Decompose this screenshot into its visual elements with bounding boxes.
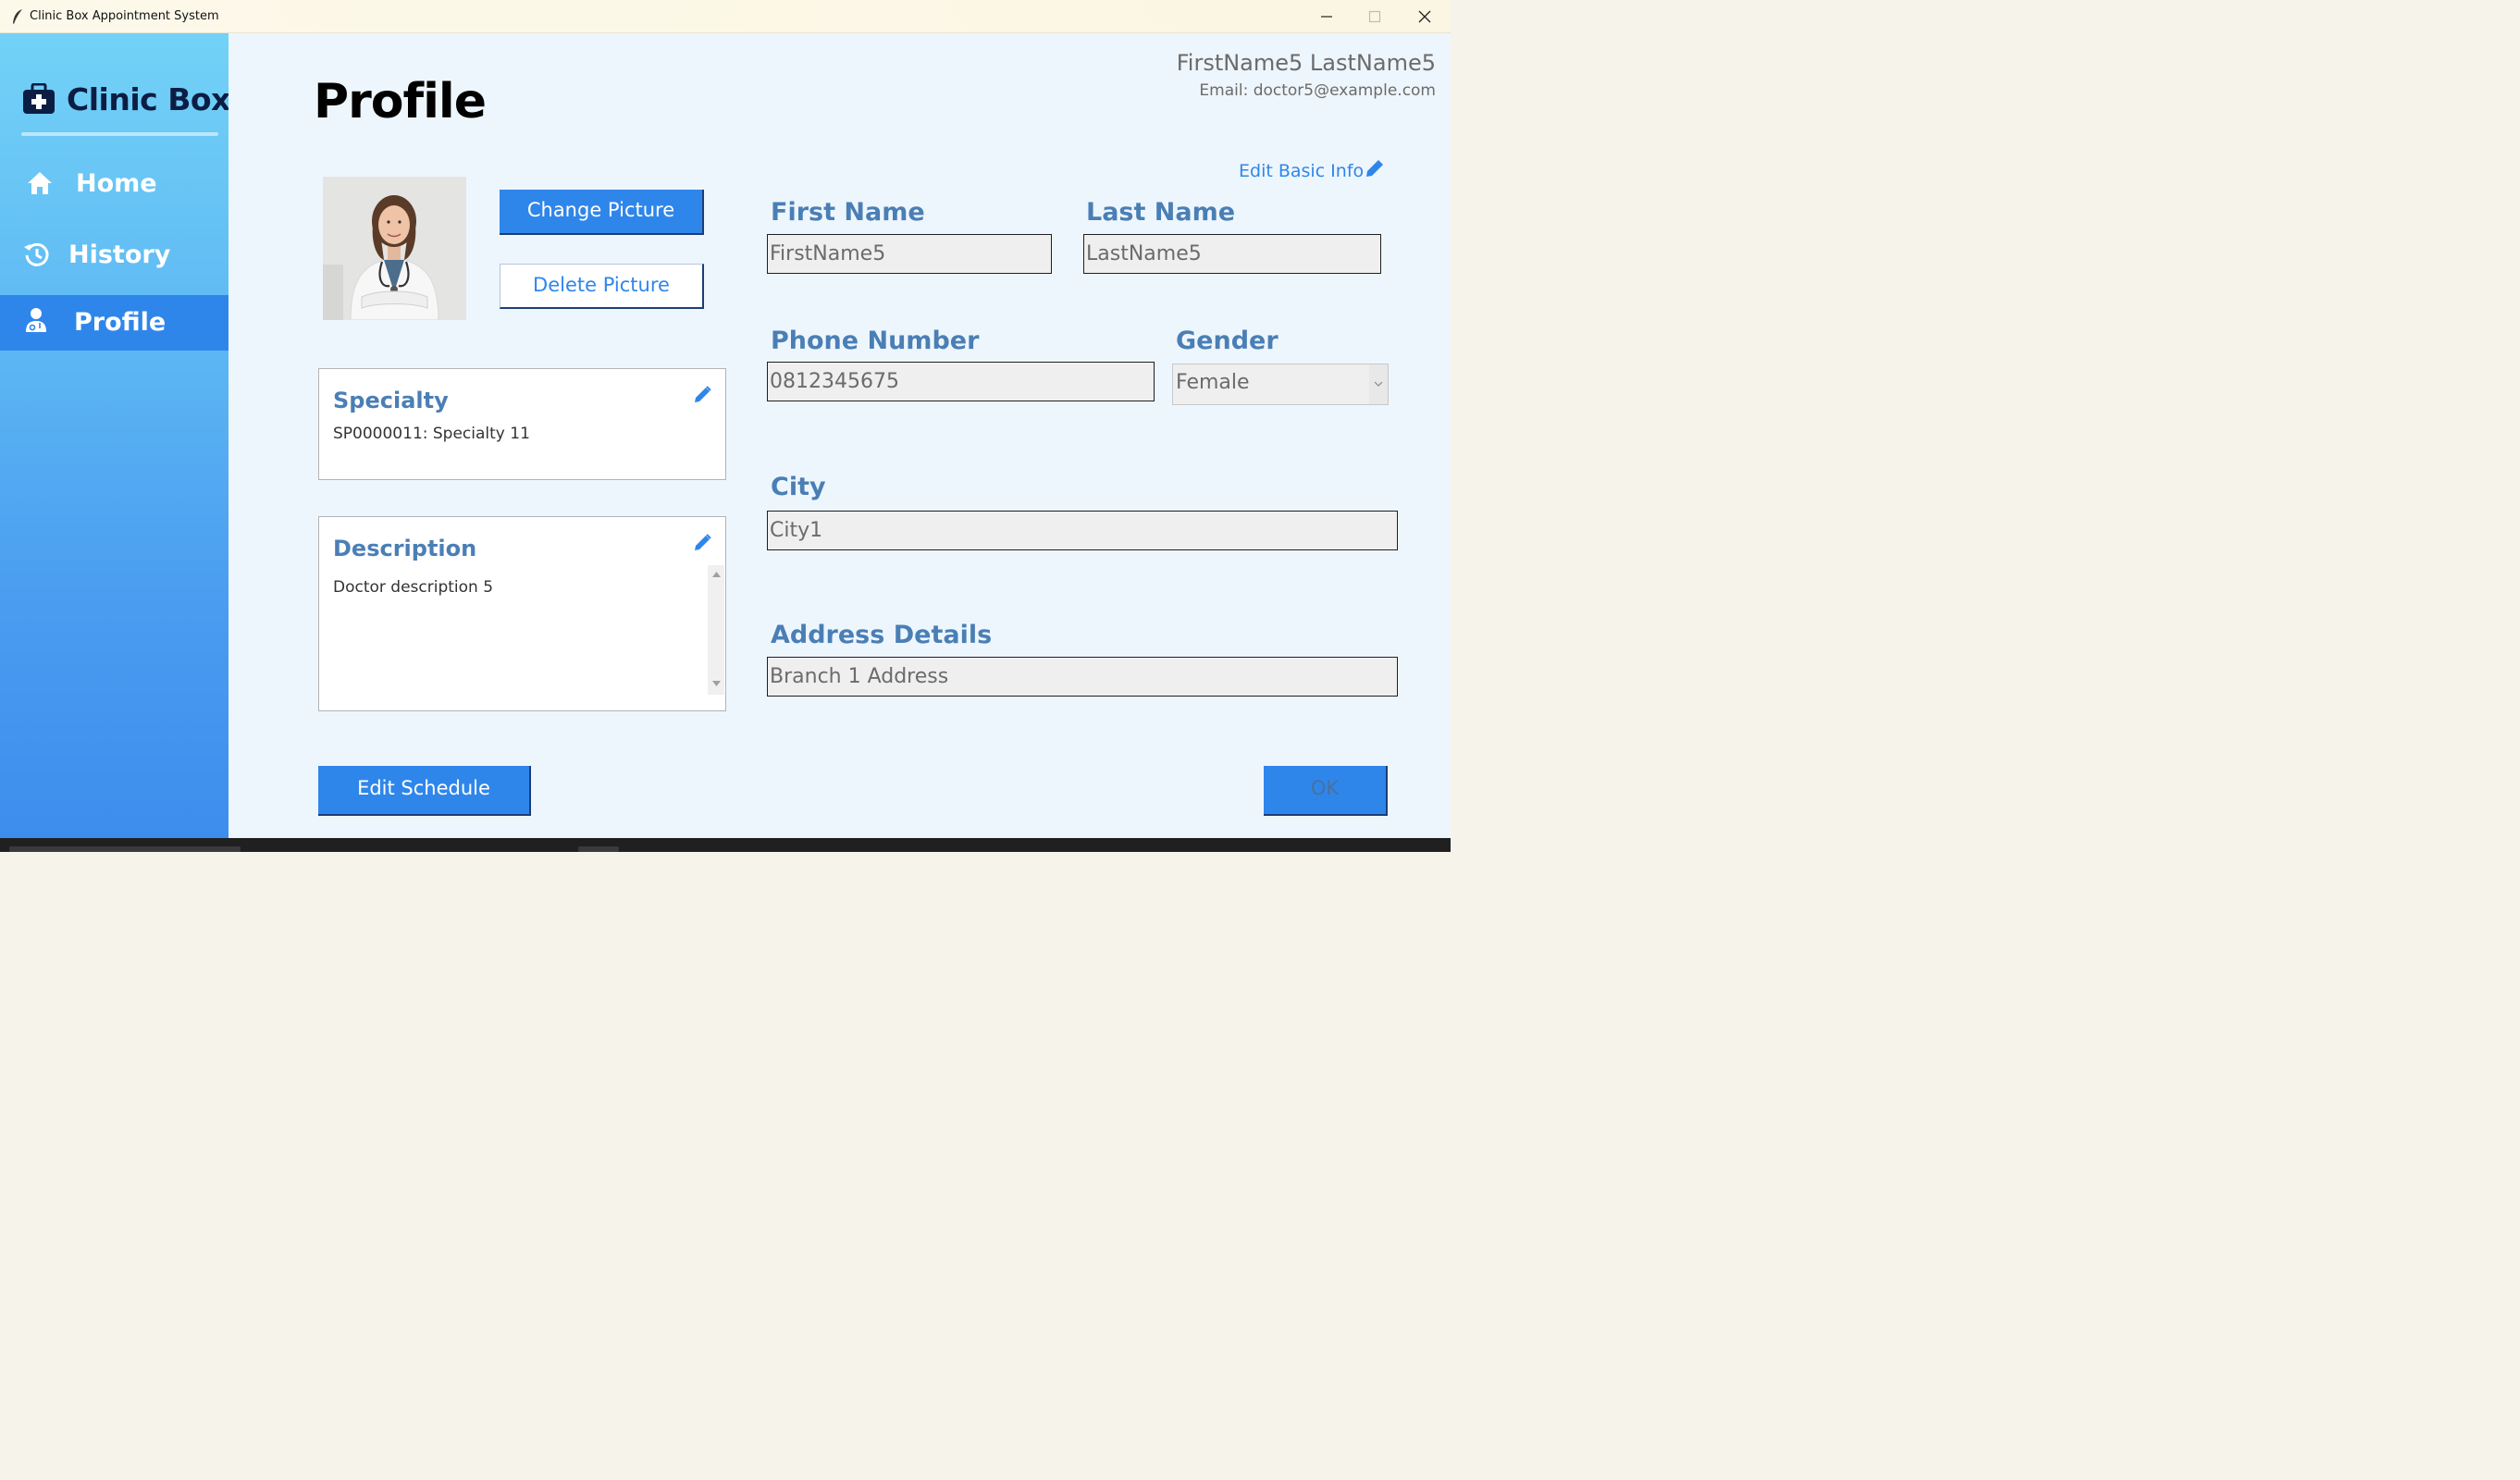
scroll-up-arrow-icon[interactable] (712, 571, 721, 578)
scroll-down-arrow-icon[interactable] (712, 680, 721, 687)
gender-dropdown-toggle[interactable] (1369, 364, 1388, 404)
city-field[interactable] (767, 511, 1398, 550)
last-name-label: Last Name (1086, 198, 1236, 227)
brand-name: Clinic Box (67, 81, 230, 117)
edit-basic-info-link[interactable]: Edit Basic Info (1239, 161, 1364, 181)
description-scrollbar[interactable] (708, 565, 724, 695)
phone-number-field[interactable] (767, 362, 1155, 401)
taskbar (0, 838, 1451, 852)
city-label: City (771, 473, 826, 501)
gender-select[interactable]: Female (1172, 364, 1389, 405)
sidebar-item-profile[interactable]: Profile (0, 295, 229, 351)
user-name: FirstName5 LastName5 (1176, 50, 1436, 76)
home-icon (28, 172, 52, 194)
close-button[interactable] (1401, 0, 1449, 33)
edit-description-icon[interactable] (692, 533, 712, 553)
delete-picture-button[interactable]: Delete Picture (500, 264, 704, 309)
sidebar-item-history[interactable]: History (0, 228, 229, 283)
specialty-value: SP0000011: Specialty 11 (333, 425, 530, 443)
page-title: Profile (314, 74, 487, 130)
chevron-down-icon (1374, 381, 1383, 387)
specialty-title: Specialty (333, 388, 449, 413)
history-icon (24, 242, 49, 266)
ok-button[interactable]: OK (1264, 766, 1388, 816)
taskbar-search[interactable] (9, 846, 241, 852)
brand-divider (21, 132, 218, 136)
title-bar: Clinic Box Appointment System (0, 0, 1451, 33)
window-title: Clinic Box Appointment System (30, 9, 219, 23)
taskbar-app[interactable] (578, 846, 619, 852)
doctor-photo (323, 177, 466, 320)
close-icon (1418, 10, 1431, 23)
first-name-label: First Name (771, 198, 925, 227)
sidebar-item-label: Profile (74, 308, 167, 337)
medical-kit-icon (23, 83, 55, 114)
main-panel: Profile FirstName5 LastName5 Email: doct… (229, 33, 1451, 838)
description-title: Description (333, 536, 477, 561)
address-details-label: Address Details (771, 621, 993, 649)
maximize-icon (1368, 10, 1381, 23)
sidebar-item-label: History (68, 240, 171, 269)
maximize-button[interactable] (1351, 0, 1399, 33)
minimize-icon (1321, 16, 1332, 18)
description-card: Description Doctor description 5 (318, 516, 726, 711)
first-name-field[interactable] (767, 234, 1052, 274)
gender-selected-value: Female (1176, 371, 1250, 394)
sidebar: Clinic Box Home History Profile (0, 33, 230, 838)
change-picture-button[interactable]: Change Picture (500, 190, 704, 235)
user-email: Email: doctor5@example.com (1199, 81, 1436, 100)
profile-picture (323, 177, 466, 320)
last-name-field[interactable] (1083, 234, 1381, 274)
address-details-field[interactable] (767, 657, 1398, 697)
gender-label: Gender (1176, 327, 1279, 355)
minimize-button[interactable] (1303, 0, 1351, 33)
sidebar-item-label: Home (76, 169, 157, 198)
specialty-card: Specialty SP0000011: Specialty 11 (318, 368, 726, 480)
edit-basic-info-icon[interactable] (1364, 157, 1386, 179)
feather-icon (13, 9, 22, 24)
description-text[interactable]: Doctor description 5 (333, 578, 493, 597)
edit-specialty-icon[interactable] (692, 385, 712, 405)
doctor-icon (26, 308, 46, 332)
phone-number-label: Phone Number (771, 327, 980, 355)
sidebar-item-home[interactable]: Home (0, 156, 229, 212)
edit-schedule-button[interactable]: Edit Schedule (318, 766, 531, 816)
